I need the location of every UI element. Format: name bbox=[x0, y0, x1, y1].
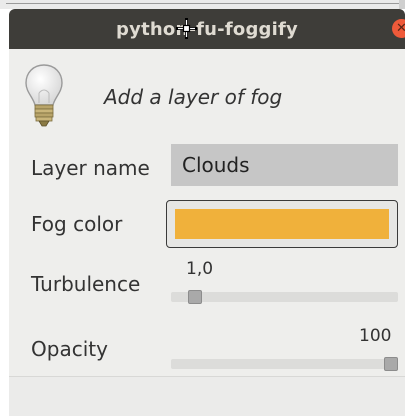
window-title: python-fu-foggify bbox=[116, 19, 298, 40]
dialog-heading: Add a layer of fog bbox=[104, 85, 283, 109]
opacity-slider-handle[interactable] bbox=[384, 357, 398, 371]
dialog-window: python-fu-foggify ✕ Add a layer of fog L… bbox=[0, 0, 405, 416]
turbulence-slider-handle[interactable] bbox=[188, 290, 202, 304]
close-icon[interactable]: ✕ bbox=[392, 19, 405, 38]
fog-color-button[interactable] bbox=[166, 200, 398, 248]
top-edge bbox=[399, 0, 405, 9]
opacity-slider[interactable] bbox=[171, 357, 398, 371]
window-top-strip bbox=[0, 0, 405, 9]
fog-color-swatch bbox=[175, 209, 389, 239]
turbulence-value: 1,0 bbox=[186, 259, 214, 279]
turbulence-slider[interactable] bbox=[171, 290, 398, 304]
fog-color-label: Fog color bbox=[31, 212, 123, 236]
titlebar[interactable]: python-fu-foggify ✕ bbox=[9, 9, 405, 49]
layer-name-label: Layer name bbox=[31, 156, 150, 180]
turbulence-label: Turbulence bbox=[31, 272, 141, 296]
opacity-label: Opacity bbox=[31, 337, 108, 361]
lightbulb-icon bbox=[25, 64, 63, 127]
top-divider bbox=[6, 3, 399, 4]
opacity-value: 100 bbox=[359, 326, 392, 346]
footer-panel bbox=[9, 377, 405, 416]
layer-name-input[interactable]: Clouds bbox=[171, 144, 398, 186]
crosshair-move-cursor-icon bbox=[176, 18, 197, 39]
